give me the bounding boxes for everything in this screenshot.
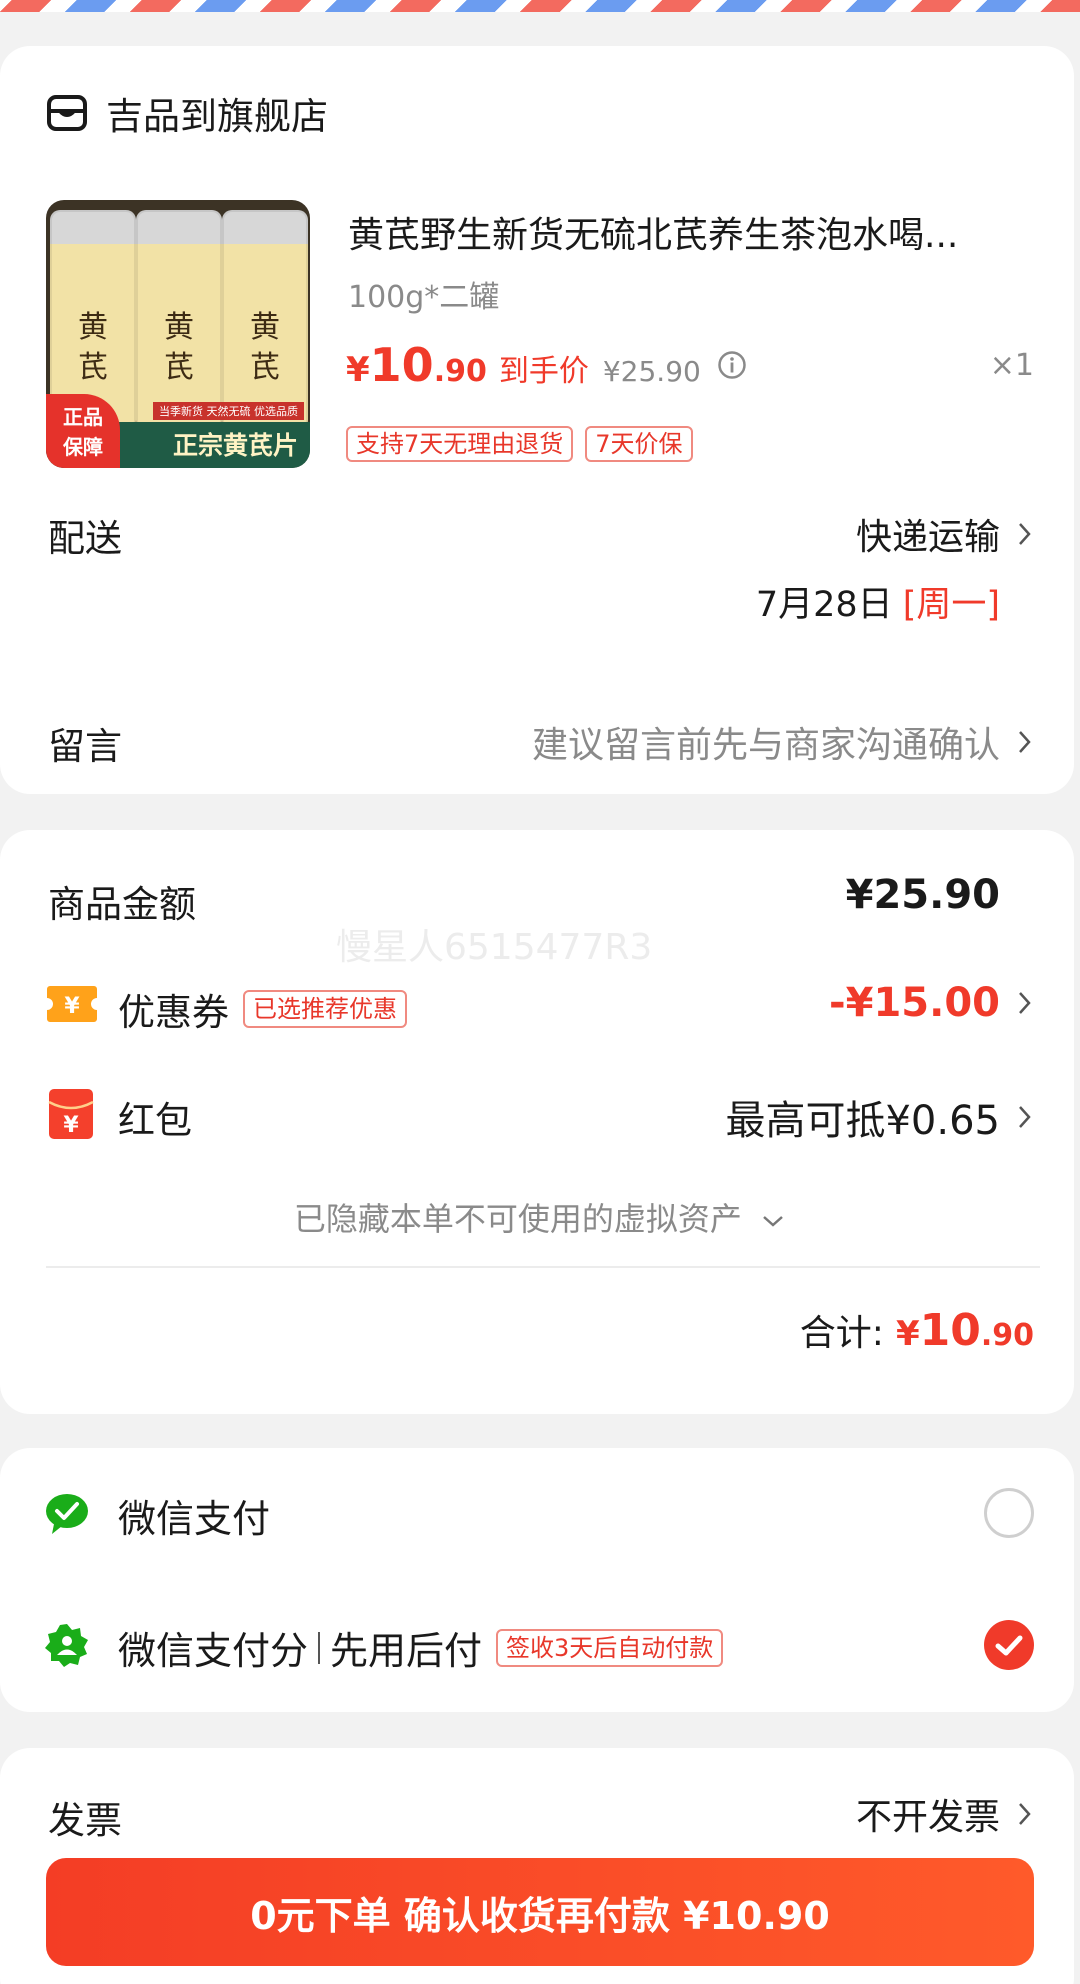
delivery-method: 快递运输: [855, 517, 1000, 558]
invoice-row[interactable]: 不开发票: [856, 1788, 1034, 1840]
goods-amount: ¥25.90: [845, 872, 1000, 918]
chevron-right-icon: [1019, 731, 1031, 753]
checkmark-icon: [995, 1635, 1023, 1656]
coupon-value: -¥15.00: [829, 980, 1000, 1026]
chevron-right-icon: [1019, 1803, 1031, 1825]
red-envelope-icon: ¥: [48, 1089, 94, 1139]
coupon-selected-tag: 已选推荐优惠: [243, 990, 407, 1028]
hongbao-label: 红包: [118, 1099, 192, 1142]
price-decimal: .90: [433, 354, 487, 389]
invoice-label: 发票: [48, 1799, 122, 1842]
delivery-weekday: [周一]: [902, 585, 1000, 625]
total-amount: 10: [919, 1305, 981, 1356]
total-row: 合计: ¥ 10 .90: [799, 1305, 1034, 1356]
goods-amount-label: 商品金额: [48, 883, 196, 926]
wechat-score-icon: [45, 1624, 88, 1667]
wechat-score-option[interactable]: 微信支付分 先用后付 签收3天后自动付款: [118, 1620, 724, 1675]
delivery-date: 7月28日 [周一]: [755, 585, 1000, 625]
invoice-value: 不开发票: [855, 1797, 1000, 1838]
coupon-label: 优惠券: [118, 991, 229, 1034]
product-image[interactable]: 黄 芪 黄 芪 黄 芪 当季新货 天然无硫 优选品质 正宗黄芪片 正品 保障: [46, 200, 310, 468]
message-placeholder: 建议留言前先与商家沟通确认: [531, 725, 1000, 766]
product-jar: 黄 芪: [222, 210, 308, 430]
product-jar: 黄 芪: [136, 210, 222, 430]
wechat-pay-label: 微信支付: [118, 1497, 271, 1541]
divider: [46, 1266, 1040, 1268]
auto-pay-tag: 签收3天后自动付款: [496, 1628, 724, 1667]
price-row: ¥ 10 .90 到手价 ¥25.90: [346, 338, 747, 392]
price-integer: 10: [369, 338, 434, 392]
separator: [318, 1631, 321, 1664]
wechat-pay-radio[interactable]: [984, 1488, 1034, 1538]
hidden-assets-toggle[interactable]: 已隐藏本单不可使用的虚拟资产: [0, 1194, 1080, 1240]
delivery-label: 配送: [48, 517, 122, 560]
coupon-label-row: 优惠券 已选推荐优惠: [118, 982, 407, 1036]
wechat-pay-option[interactable]: 微信支付: [118, 1488, 270, 1543]
quantity: ×1: [989, 348, 1034, 383]
chevron-right-icon: [1019, 1106, 1031, 1128]
service-tags: 支持7天无理由退货 7天价保: [346, 426, 705, 462]
svg-text:¥: ¥: [64, 994, 80, 1019]
product-title[interactable]: 黄芪野生新货无硫北芪养生茶泡水喝...: [348, 206, 1028, 258]
store-icon: [47, 95, 87, 131]
coupon-icon: ¥: [47, 986, 97, 1022]
return-policy-tag: 支持7天无理由退货: [346, 426, 574, 462]
coupon-row[interactable]: -¥15.00: [829, 980, 1034, 1026]
svg-text:¥: ¥: [63, 1113, 79, 1138]
delivery-method-row[interactable]: 快递运输: [856, 508, 1034, 560]
genuine-badge: 正品 保障: [46, 394, 120, 468]
final-price-label: 到手价: [498, 354, 589, 389]
hongbao-row[interactable]: 最高可抵¥0.65: [725, 1088, 1034, 1146]
watermark: 慢星人6515477R3: [336, 927, 653, 968]
price-protect-tag: 7天价保: [585, 426, 693, 462]
pay-later-label: 先用后付: [330, 1629, 483, 1673]
price-symbol: ¥: [346, 350, 370, 390]
info-icon[interactable]: [717, 350, 747, 380]
airmail-border: [0, 0, 1080, 12]
wechat-pay-icon: [46, 1494, 88, 1534]
wechat-score-label: 微信支付分: [118, 1629, 309, 1673]
message-row[interactable]: 建议留言前先与商家沟通确认: [532, 716, 1034, 768]
product-image-topline: 当季新货 天然无硫 优选品质: [153, 402, 304, 420]
chevron-down-icon: [763, 1216, 783, 1227]
store-name: 吉品到旗舰店: [106, 95, 328, 138]
hongbao-value: 最高可抵¥0.65: [725, 1098, 1000, 1144]
original-price: ¥25.90: [602, 355, 701, 388]
submit-order-button[interactable]: 0元下单 确认收货再付款 ¥10.90: [46, 1858, 1034, 1966]
store-header[interactable]: 吉品到旗舰店: [46, 86, 328, 140]
total-label: 合计:: [799, 1313, 884, 1354]
wechat-score-radio[interactable]: [984, 1620, 1034, 1670]
message-label: 留言: [48, 725, 122, 768]
chevron-right-icon: [1019, 523, 1031, 545]
chevron-right-icon: [1019, 992, 1031, 1014]
product-spec: 100g*二罐: [348, 280, 500, 315]
